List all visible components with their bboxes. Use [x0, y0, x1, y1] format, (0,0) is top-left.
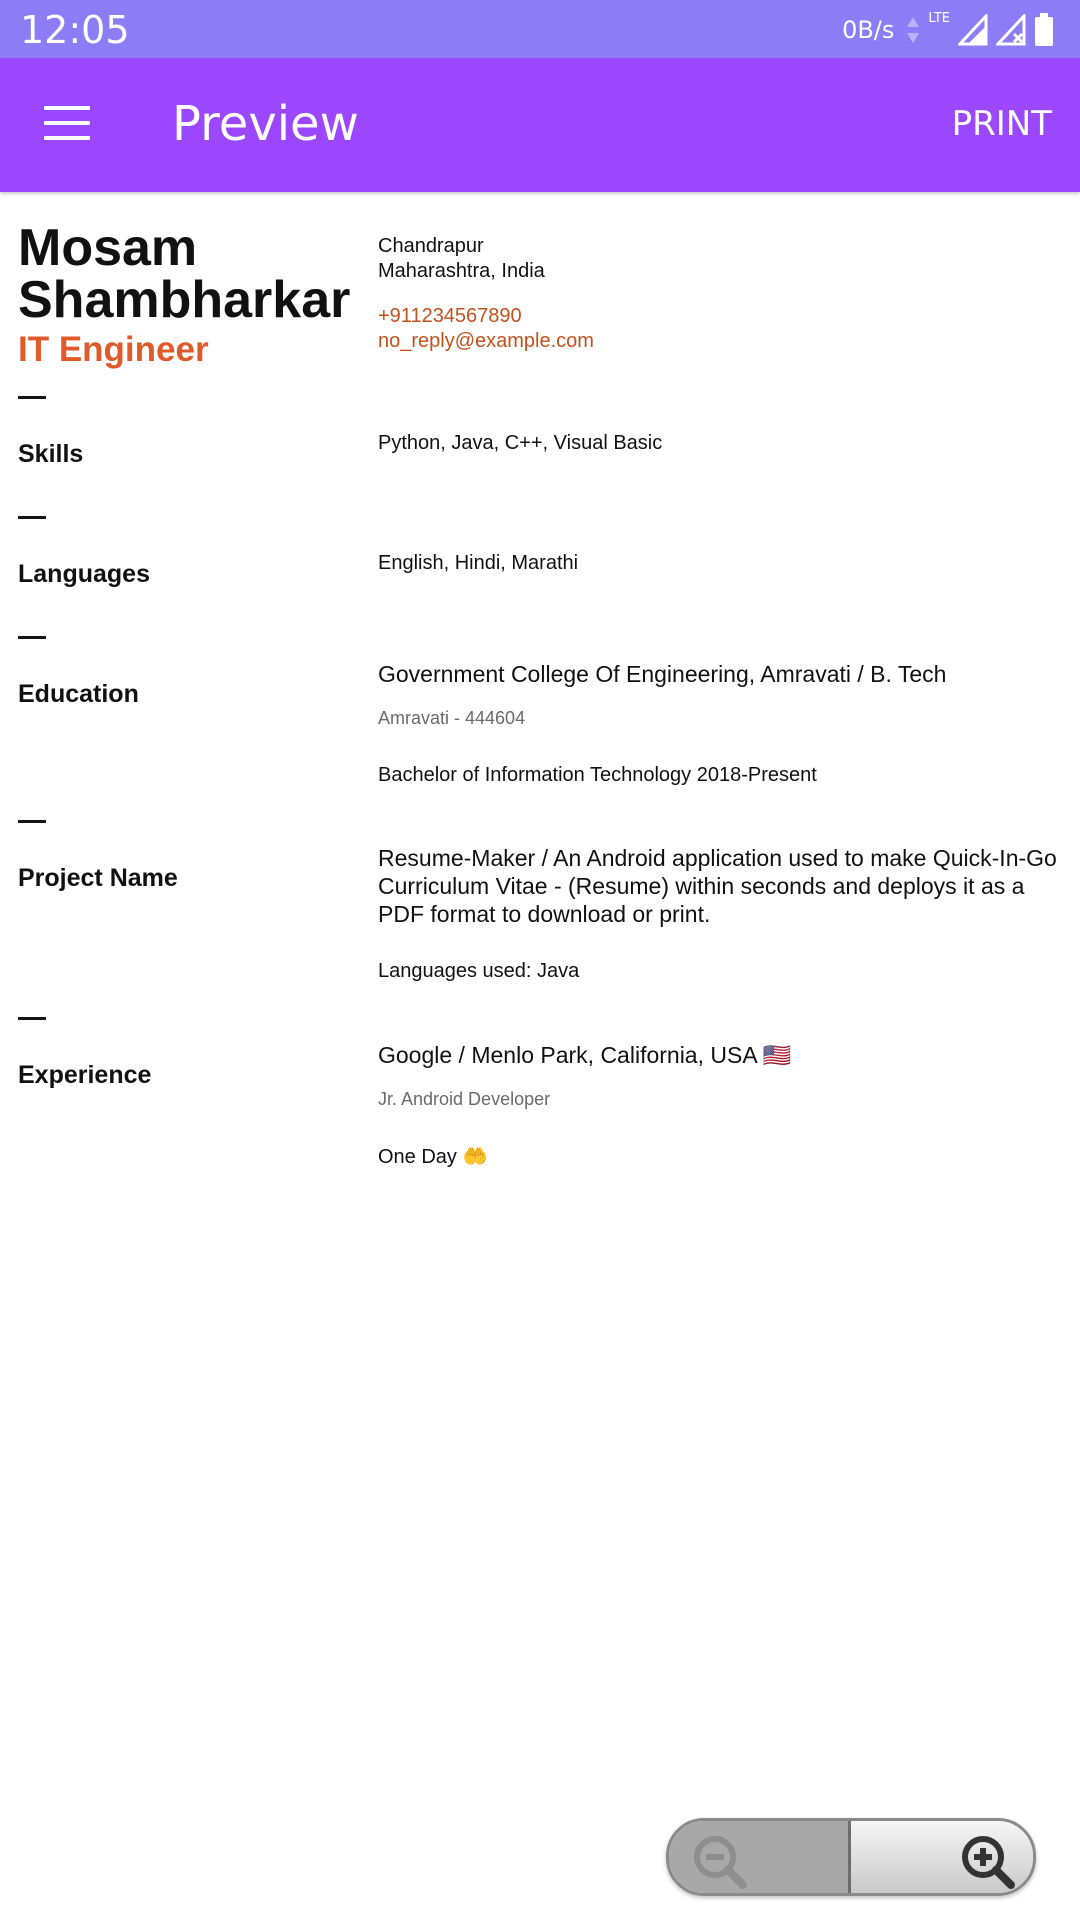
net-speed: 0B/s	[842, 16, 895, 44]
zoom-controls	[666, 1818, 1036, 1896]
section-divider	[18, 396, 46, 399]
battery-icon	[1035, 13, 1053, 46]
skills-label: Skills	[18, 440, 84, 468]
languages-label: Languages	[18, 560, 150, 588]
education-institution: Government College Of Engineering, Amrav…	[378, 661, 947, 687]
data-activity-icon	[907, 17, 920, 43]
education-label: Education	[18, 680, 139, 708]
print-button[interactable]: PRINT	[952, 104, 1052, 144]
experience-duration: One Day 🤲	[378, 1146, 488, 1168]
contact-block: Chandrapur Maharashtra, India +911234567…	[378, 234, 594, 354]
status-icons: 0B/s LTE	[842, 10, 1054, 50]
contact-phone[interactable]: +911234567890	[378, 304, 594, 329]
project-label: Project Name	[18, 864, 178, 892]
languages-value: English, Hindi, Marathi	[378, 552, 579, 574]
network-type: LTE	[928, 10, 950, 26]
resume-last-name: Shambharkar	[18, 271, 351, 329]
zoom-out-icon	[694, 1836, 747, 1889]
section-divider	[18, 636, 46, 639]
skills-value: Python, Java, C++, Visual Basic	[378, 432, 663, 454]
experience-label: Experience	[18, 1061, 152, 1089]
experience-company: Google / Menlo Park, California, USA 🇺🇸	[378, 1042, 792, 1068]
menu-icon[interactable]	[44, 106, 90, 140]
education-degree: Bachelor of Information Technology 2018-…	[378, 764, 817, 786]
signal-icon	[958, 14, 988, 46]
project-description: Resume-Maker / An Android application us…	[378, 845, 1057, 927]
contact-state-country: Maharashtra, India	[378, 260, 545, 282]
page-title: Preview	[172, 96, 359, 152]
zoom-in-icon	[962, 1836, 1016, 1889]
experience-role: Jr. Android Developer	[378, 1089, 551, 1109]
resume-name: Mosam Shambharkar	[18, 222, 350, 326]
education-location: Amravati - 444604	[378, 708, 526, 728]
status-time: 12:05	[20, 8, 130, 52]
section-divider	[18, 820, 46, 823]
resume-first-name: Mosam	[18, 219, 198, 277]
signal-no-service-icon	[996, 14, 1026, 46]
section-divider	[18, 516, 46, 519]
contact-email[interactable]: no_reply@example.com	[378, 329, 594, 354]
resume-job-title: IT Engineer	[18, 330, 209, 369]
app-bar: Preview PRINT	[0, 58, 1080, 192]
contact-city: Chandrapur	[378, 235, 484, 257]
status-bar: 12:05 0B/s LTE	[0, 0, 1080, 58]
zoom-in-button[interactable]	[851, 1821, 1033, 1893]
project-languages-used: Languages used: Java	[378, 960, 580, 982]
zoom-out-button[interactable]	[669, 1821, 852, 1893]
section-divider	[18, 1017, 46, 1020]
